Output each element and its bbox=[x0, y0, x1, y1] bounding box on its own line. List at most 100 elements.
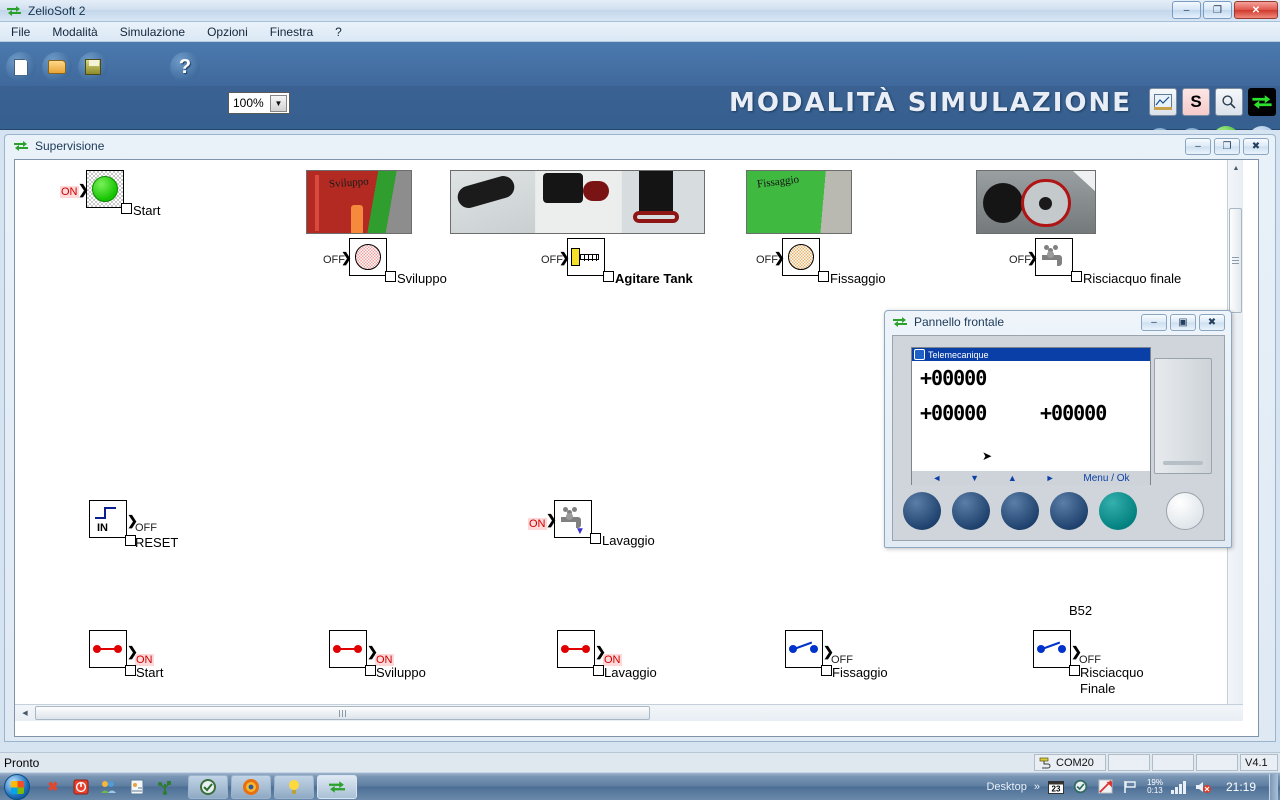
usb-icon[interactable] bbox=[156, 778, 174, 796]
panel-button-left[interactable] bbox=[903, 492, 941, 530]
status-com-cell: COM20 bbox=[1034, 754, 1106, 771]
menu-bar: File Modalità Simulazione Opzioni Finest… bbox=[0, 22, 1280, 42]
reset-button-box[interactable]: IN bbox=[89, 500, 127, 538]
menu-opzioni[interactable]: Opzioni bbox=[204, 24, 251, 40]
front-panel-close-button[interactable]: ✖ bbox=[1199, 314, 1225, 331]
start-orb-icon[interactable] bbox=[4, 773, 30, 800]
red-x-icon[interactable]: ✖ bbox=[44, 778, 62, 796]
contact-fissaggio-box[interactable] bbox=[785, 630, 823, 668]
nav-down-icon[interactable]: ▼ bbox=[970, 473, 979, 483]
search-button[interactable] bbox=[1215, 88, 1243, 116]
lcd-value-right: +00000 bbox=[1040, 401, 1107, 425]
menu-modalita[interactable]: Modalità bbox=[49, 24, 100, 40]
taskbar-app-shield[interactable] bbox=[188, 774, 228, 799]
link-arrow-icon: ❯ bbox=[546, 512, 557, 527]
sviluppo-lamp-box[interactable] bbox=[349, 238, 387, 276]
supervision-restore-button[interactable]: ❐ bbox=[1214, 138, 1240, 155]
lcd-display[interactable]: Telemecanique +00000 +00000 +00000 ➤ ◄ ▼… bbox=[911, 347, 1151, 485]
front-panel-restore-button[interactable]: ▣ bbox=[1170, 314, 1196, 331]
status-message: Pronto bbox=[4, 755, 40, 770]
status-cell-3 bbox=[1152, 754, 1194, 771]
panel-button-up[interactable] bbox=[1001, 492, 1039, 530]
status-version: V4.1 bbox=[1240, 754, 1278, 771]
menu-simulazione[interactable]: Simulazione bbox=[117, 24, 188, 40]
tan-lamp-icon bbox=[788, 244, 814, 270]
panel-button-right[interactable] bbox=[1050, 492, 1088, 530]
zeliosoft-icon bbox=[7, 5, 21, 16]
tray-alert-icon[interactable] bbox=[1097, 778, 1115, 796]
start-lamp-box[interactable] bbox=[86, 170, 124, 208]
calendar-icon[interactable]: 23 bbox=[1047, 778, 1065, 796]
minimize-button[interactable]: – bbox=[1172, 1, 1201, 19]
nav-right-icon[interactable]: ► bbox=[1046, 473, 1055, 483]
front-panel-minimize-button[interactable]: – bbox=[1141, 314, 1167, 331]
menu-help[interactable]: ? bbox=[332, 24, 345, 40]
open-file-button[interactable] bbox=[42, 52, 72, 82]
taskbar-clock[interactable]: 21:19 bbox=[1226, 780, 1256, 794]
agitare-tank-box[interactable] bbox=[567, 238, 605, 276]
panel-button-white[interactable] bbox=[1166, 492, 1204, 530]
taskbar-app-firefox[interactable] bbox=[231, 774, 271, 799]
tray-shield-icon[interactable] bbox=[1072, 778, 1090, 796]
contact-lavaggio-box[interactable] bbox=[557, 630, 595, 668]
help-button[interactable]: ? bbox=[170, 52, 200, 82]
menu-finestra[interactable]: Finestra bbox=[267, 24, 316, 40]
contact-risciacquo-tag: B52 bbox=[1069, 603, 1093, 618]
show-desktop-button[interactable] bbox=[1269, 773, 1278, 800]
tray-overflow-icon[interactable]: » bbox=[1034, 781, 1040, 793]
lcd-nav-row: ◄ ▼ ▲ ► Menu / Ok bbox=[912, 471, 1150, 485]
mouse-cursor-icon: ➤ bbox=[982, 449, 993, 463]
vertical-scroll-thumb[interactable] bbox=[1229, 208, 1242, 313]
horizontal-scroll-thumb[interactable] bbox=[35, 706, 650, 720]
status-cell-2 bbox=[1108, 754, 1150, 771]
status-bar: Pronto COM20 V4.1 bbox=[0, 752, 1280, 772]
contact-start-box[interactable] bbox=[89, 630, 127, 668]
power-icon[interactable] bbox=[72, 778, 90, 796]
in-label: IN bbox=[97, 522, 108, 534]
menu-file[interactable]: File bbox=[8, 24, 33, 40]
taskbar-app-zeliosoft[interactable] bbox=[317, 774, 357, 799]
contact-risciacquo-label2: Finale bbox=[1080, 681, 1116, 696]
contact-risciacquo-box[interactable] bbox=[1033, 630, 1071, 668]
monitoring-button[interactable] bbox=[1149, 88, 1177, 116]
tray-flag-icon[interactable] bbox=[1122, 778, 1140, 796]
mdi-client-area: Supervisione – ❐ ✖ Sviluppo Fissaggio ❯ … bbox=[0, 130, 1280, 752]
battery-indicator[interactable]: 19% 0:13 bbox=[1147, 778, 1163, 795]
lcd-header: Telemecanique bbox=[912, 348, 1150, 361]
maximize-button[interactable]: ❐ bbox=[1203, 1, 1232, 19]
contacts-icon[interactable] bbox=[128, 778, 146, 796]
contact-sviluppo-box[interactable] bbox=[329, 630, 367, 668]
output-lavaggio-state: ON bbox=[528, 518, 547, 530]
connect-plc-button[interactable] bbox=[1248, 88, 1276, 116]
output-agitare-label: Agitare Tank bbox=[615, 271, 693, 286]
nav-up-icon[interactable]: ▲ bbox=[1008, 473, 1017, 483]
simulation-button[interactable]: S bbox=[1182, 88, 1210, 116]
menu-ok-label[interactable]: Menu / Ok bbox=[1083, 473, 1129, 484]
users-icon[interactable] bbox=[100, 778, 118, 796]
taskbar-app-buttons bbox=[188, 774, 357, 799]
new-document-button[interactable] bbox=[6, 52, 36, 82]
volume-muted-icon[interactable] bbox=[1195, 778, 1213, 796]
window-controls: – ❐ ✕ bbox=[1172, 1, 1278, 19]
panel-button-down[interactable] bbox=[952, 492, 990, 530]
taskbar-app-bulb[interactable] bbox=[274, 774, 314, 799]
output-lavaggio-label: Lavaggio bbox=[602, 533, 655, 548]
nav-left-icon[interactable]: ◄ bbox=[932, 473, 941, 483]
output-risciacquo-pin bbox=[1071, 271, 1082, 282]
zoom-combo[interactable]: 100% ▼ bbox=[228, 92, 290, 114]
scroll-left-arrow-icon[interactable]: ◀ bbox=[17, 705, 33, 721]
risciacquo-box[interactable] bbox=[1035, 238, 1073, 276]
closed-contact-icon bbox=[558, 638, 594, 660]
scroll-up-arrow-icon[interactable]: ▲ bbox=[1228, 160, 1244, 176]
tray-desktop-label[interactable]: Desktop bbox=[986, 781, 1026, 793]
lavaggio-box[interactable]: ▼ bbox=[554, 500, 592, 538]
supervision-close-button[interactable]: ✖ bbox=[1243, 138, 1269, 155]
signal-bars-icon[interactable] bbox=[1170, 778, 1188, 796]
horizontal-scrollbar[interactable]: ◀ bbox=[15, 704, 1243, 721]
supervision-minimize-button[interactable]: – bbox=[1185, 138, 1211, 155]
save-button[interactable] bbox=[78, 52, 108, 82]
chevron-down-icon[interactable]: ▼ bbox=[270, 95, 287, 112]
fissaggio-lamp-box[interactable] bbox=[782, 238, 820, 276]
close-button[interactable]: ✕ bbox=[1234, 1, 1278, 19]
panel-button-menu-ok[interactable] bbox=[1099, 492, 1137, 530]
